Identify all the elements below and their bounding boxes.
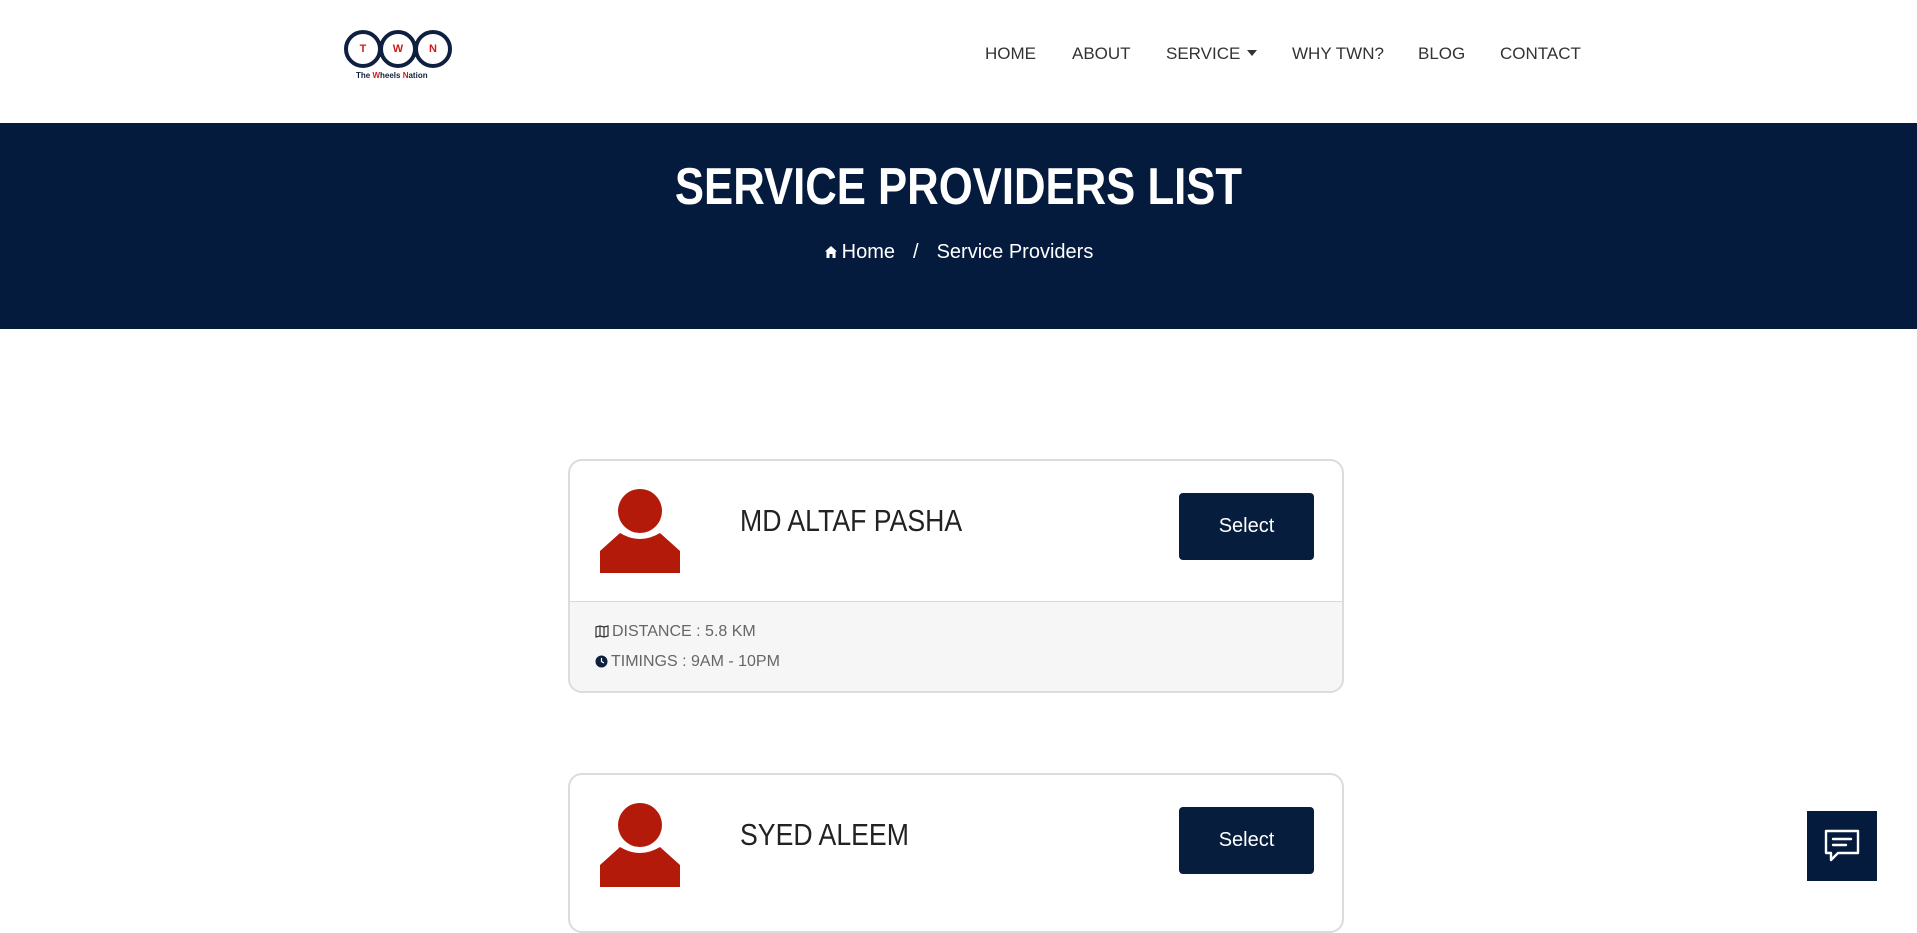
nav-blog[interactable]: BLOG: [1418, 44, 1465, 64]
provider-details: DISTANCE : 5.8 KM TIMINGS : 9AM - 10PM: [570, 601, 1342, 691]
nav-service[interactable]: SERVICE: [1166, 44, 1258, 64]
breadcrumb: Home / Service Providers: [0, 241, 1917, 264]
clock-icon: [595, 655, 608, 668]
select-provider-button[interactable]: Select: [1179, 807, 1314, 874]
breadcrumb-home[interactable]: Home: [842, 241, 895, 263]
person-icon: [600, 489, 680, 573]
select-provider-button[interactable]: Select: [1179, 493, 1314, 560]
timings-info: TIMINGS : 9AM - 10PM: [595, 653, 780, 671]
distance-info: DISTANCE : 5.8 KM: [595, 623, 756, 641]
nav-why-twn[interactable]: WHY TWN?: [1292, 44, 1384, 64]
home-icon: [824, 246, 837, 258]
breadcrumb-separator: /: [913, 241, 919, 263]
site-header: T W N The Wheels Nation HOME ABOUT SERVI…: [0, 0, 1917, 123]
nav-contact[interactable]: CONTACT: [1500, 44, 1581, 64]
page-banner: SERVICE PROVIDERS LIST Home / Service Prov…: [0, 123, 1917, 329]
chevron-down-icon: [1247, 50, 1258, 56]
logo-tagline: The Wheels Nation: [356, 71, 428, 80]
chat-icon: [1824, 829, 1860, 862]
nav-service-label: SERVICE: [1166, 44, 1241, 63]
provider-card: MD ALTAF PASHA Select DISTANCE : 5.8 KM …: [568, 459, 1344, 693]
timings-text: TIMINGS : 9AM - 10PM: [611, 653, 780, 670]
nav-home[interactable]: HOME: [985, 44, 1036, 64]
page-title: SERVICE PROVIDERS LIST: [674, 158, 1243, 216]
breadcrumb-current: Service Providers: [936, 241, 1094, 263]
provider-card: SYED ALEEM Select: [568, 773, 1344, 933]
map-icon: [595, 625, 609, 638]
chat-button[interactable]: [1807, 811, 1877, 881]
nav-about[interactable]: ABOUT: [1072, 44, 1131, 64]
main-nav: HOME ABOUT SERVICE WHY TWN? BLOG CONTACT: [0, 44, 1917, 68]
distance-text: DISTANCE : 5.8 KM: [612, 623, 756, 640]
provider-name: SYED ALEEM: [740, 817, 909, 852]
provider-name: MD ALTAF PASHA: [740, 503, 963, 538]
person-icon: [600, 803, 680, 887]
